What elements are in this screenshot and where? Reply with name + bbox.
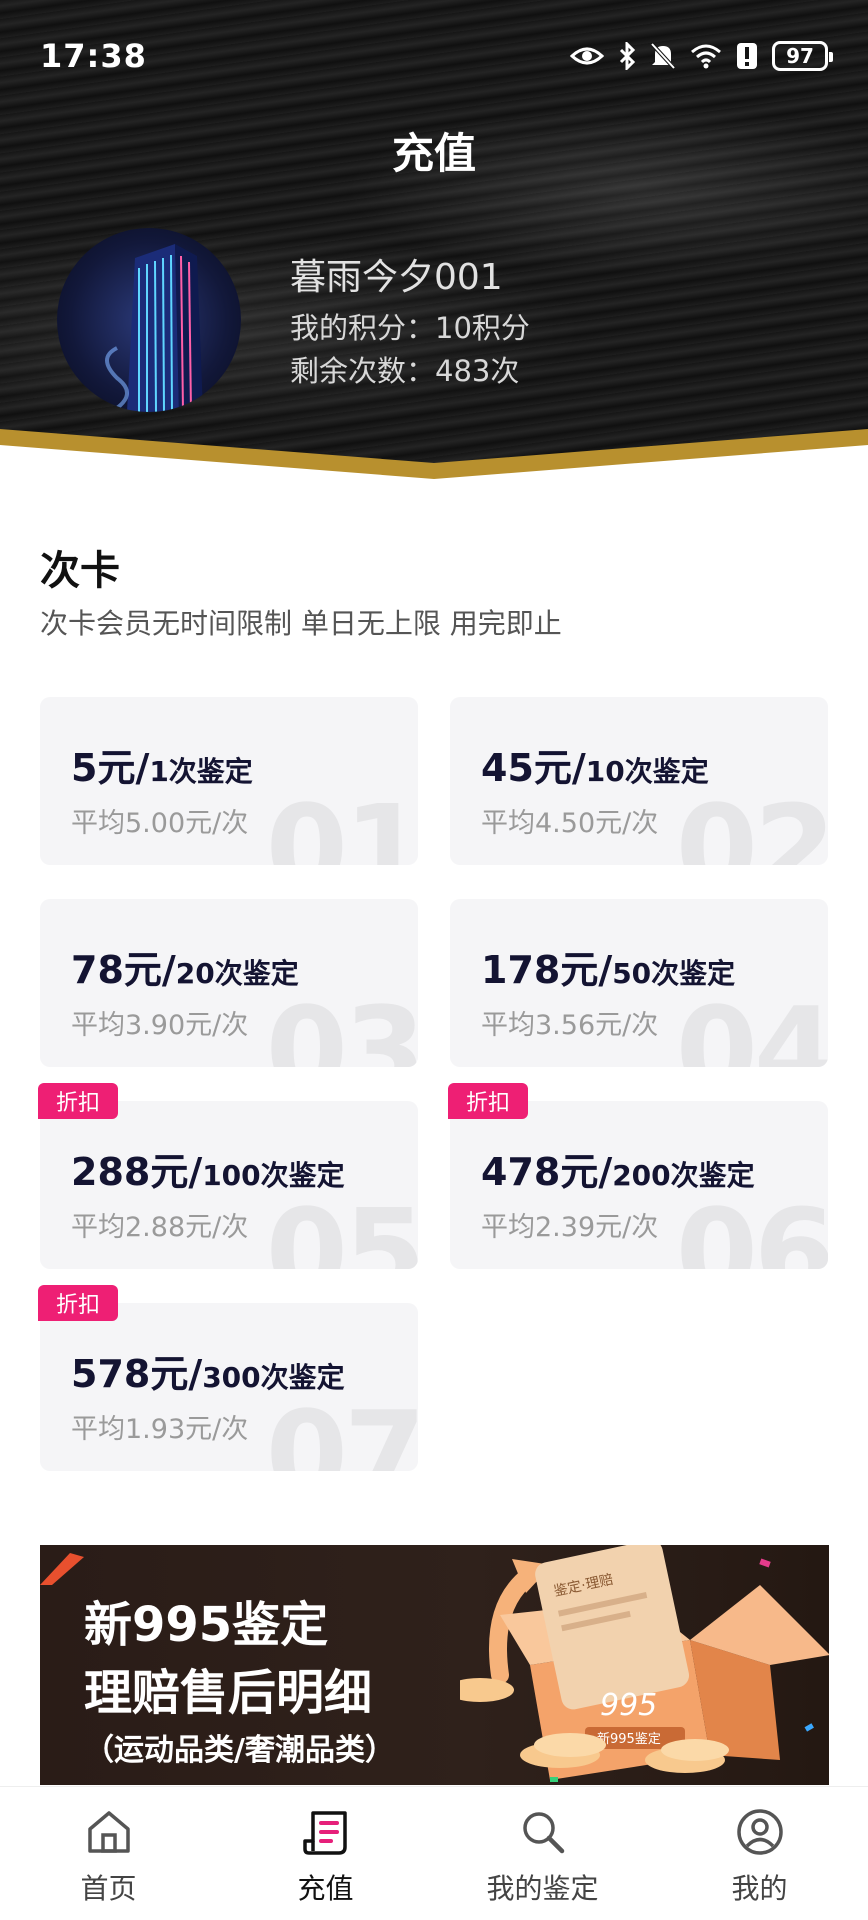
plan-price: 5元/1次鉴定: [71, 737, 253, 792]
avatar-image: [105, 244, 203, 412]
battery-level: 97: [786, 44, 814, 68]
plan-average: 平均3.90元/次: [71, 1010, 249, 1041]
battery-icon: 97: [772, 41, 833, 71]
user-name: 暮雨今夕001: [290, 257, 503, 298]
home-icon: [87, 1811, 130, 1853]
avatar[interactable]: [57, 228, 241, 412]
page-title: 充值: [391, 129, 476, 178]
plan-index: 07: [265, 1385, 418, 1471]
nav-label-recharge: 充值: [297, 1872, 354, 1905]
nav-item-my-appraisals[interactable]: 我的鉴定: [434, 1787, 651, 1920]
user-remaining-count: 剩余次数：483次: [290, 354, 520, 388]
status-bar: 17:38 97: [0, 28, 868, 84]
section-subtitle: 次卡会员无时间限制 单日无上限 用完即止: [40, 607, 562, 640]
plan-card-2[interactable]: 02 45元/10次鉴定 平均4.50元/次: [450, 697, 828, 865]
box-label: 新995鉴定: [597, 1731, 661, 1747]
nav-label-home: 首页: [80, 1872, 137, 1905]
plan-price-amount: 288元/: [71, 1150, 203, 1194]
plan-count: 1次鉴定: [149, 755, 253, 788]
plan-average: 平均4.50元/次: [481, 808, 659, 839]
plan-price-amount: 78元/: [71, 948, 176, 992]
banner-category-note: （运动品类/奢潮品类）: [84, 1733, 395, 1768]
gift-box-illustration: 鉴定·理赔 995 新995鉴定: [460, 1545, 829, 1782]
discount-badge: 折扣: [38, 1285, 118, 1321]
nav-item-profile[interactable]: 我的: [651, 1787, 868, 1920]
plan-count: 20次鉴定: [175, 957, 299, 990]
plan-average: 平均2.39元/次: [481, 1212, 659, 1243]
plan-card-7[interactable]: 07 578元/300次鉴定 平均1.93元/次: [40, 1303, 418, 1471]
plan-count: 100次鉴定: [202, 1159, 345, 1192]
plan-price: 288元/100次鉴定: [71, 1141, 345, 1196]
eye-icon: [570, 47, 604, 65]
section-title: 次卡: [40, 548, 120, 594]
plan-price-amount: 578元/: [71, 1352, 203, 1396]
bluetooth-icon: [619, 42, 636, 70]
plan-price-amount: 45元/: [481, 746, 586, 790]
plan-count: 10次鉴定: [585, 755, 709, 788]
discount-badge: 折扣: [448, 1083, 528, 1119]
plan-price-amount: 478元/: [481, 1150, 613, 1194]
plan-card-1[interactable]: 01 5元/1次鉴定 平均5.00元/次: [40, 697, 418, 865]
plan-card-4[interactable]: 04 178元/50次鉴定 平均3.56元/次: [450, 899, 828, 1067]
plan-index: 02: [675, 779, 828, 865]
discount-badge: 折扣: [38, 1083, 118, 1119]
bottom-nav: 首页 充值 我的鉴定 我的: [0, 1786, 868, 1920]
recharge-icon: [302, 1811, 347, 1855]
plan-card-6[interactable]: 06 478元/200次鉴定 平均2.39元/次: [450, 1101, 828, 1269]
user-icon: [736, 1809, 783, 1855]
wifi-icon: [691, 44, 721, 69]
plan-card-3[interactable]: 03 78元/20次鉴定 平均3.90元/次: [40, 899, 418, 1067]
plan-price-amount: 178元/: [481, 948, 613, 992]
plan-price: 178元/50次鉴定: [481, 939, 735, 994]
plan-count: 200次鉴定: [612, 1159, 755, 1192]
plan-index: 05: [265, 1183, 418, 1269]
plan-index: 03: [265, 981, 418, 1067]
plan-card-5[interactable]: 05 288元/100次鉴定 平均2.88元/次: [40, 1101, 418, 1269]
plan-index: 01: [265, 779, 418, 865]
plan-price: 45元/10次鉴定: [481, 737, 709, 792]
plan-average: 平均1.93元/次: [71, 1414, 249, 1445]
plan-average: 平均2.88元/次: [71, 1212, 249, 1243]
plan-count: 50次鉴定: [612, 957, 736, 990]
plan-price: 578元/300次鉴定: [71, 1343, 345, 1398]
plan-price-amount: 5元/: [71, 746, 150, 790]
nav-label-my-appraisals: 我的鉴定: [486, 1872, 599, 1905]
plan-count: 300次鉴定: [202, 1361, 345, 1394]
status-icons: 97: [570, 41, 833, 71]
plan-index: 06: [675, 1183, 828, 1269]
user-points: 我的积分：10积分: [290, 311, 530, 345]
promo-banner[interactable]: 新995鉴定 理赔售后明细 （运动品类/奢潮品类） 鉴定·理赔 995 新995…: [40, 1545, 829, 1785]
plan-average: 平均3.56元/次: [481, 1010, 659, 1041]
status-time: 17:38: [40, 37, 147, 75]
gold-chevron-divider: [0, 429, 868, 495]
nav-item-recharge[interactable]: 充值: [217, 1787, 434, 1920]
plan-index: 04: [675, 981, 828, 1067]
box-logo: 995: [600, 1688, 657, 1723]
search-icon: [522, 1812, 564, 1854]
bell-off-icon: [650, 42, 676, 70]
banner-subtitle: 理赔售后明细: [84, 1665, 373, 1721]
plan-price: 78元/20次鉴定: [71, 939, 299, 994]
plan-average: 平均5.00元/次: [71, 808, 249, 839]
alert-icon: [737, 43, 757, 69]
banner-streak-decoration: [40, 1553, 84, 1585]
nav-label-profile: 我的: [731, 1872, 788, 1905]
nav-item-home[interactable]: 首页: [0, 1787, 217, 1920]
plan-price: 478元/200次鉴定: [481, 1141, 755, 1196]
banner-title: 新995鉴定: [84, 1597, 329, 1653]
